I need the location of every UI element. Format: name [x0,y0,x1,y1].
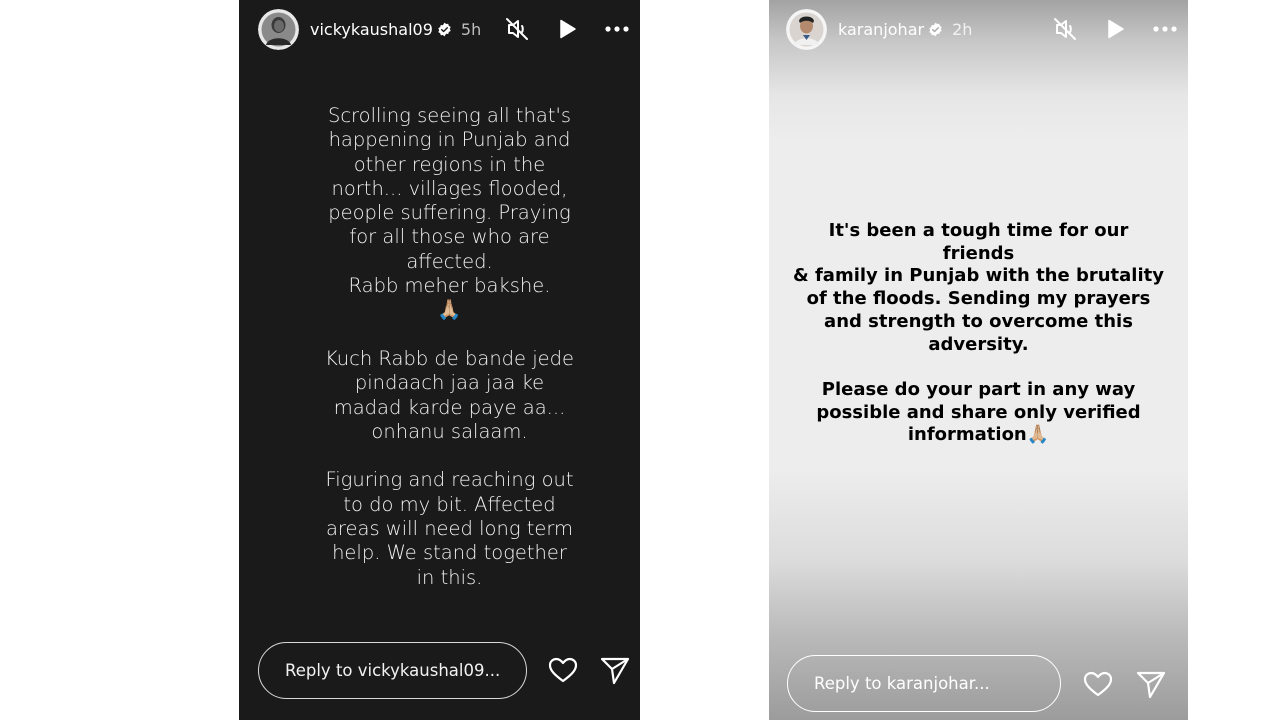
heart-icon[interactable] [1082,668,1114,700]
story-text: It's been a tough time for our friends &… [793,220,1164,446]
story-panel-karanjohar: karanjohar 2h It's been a tough time for… [769,0,1188,720]
verified-badge-icon [437,22,452,37]
avatar[interactable] [786,8,827,50]
story-header: karanjohar 2h [786,7,1178,51]
heart-icon[interactable] [547,654,579,686]
more-icon[interactable] [604,16,630,42]
muted-speaker-icon[interactable] [504,16,530,42]
send-icon[interactable] [599,654,631,686]
muted-speaker-icon[interactable] [1052,16,1078,42]
username[interactable]: karanjohar [838,20,924,39]
story-header: vickykaushal09 5h [258,7,630,51]
play-icon[interactable] [554,16,580,42]
verified-badge-icon [928,22,943,37]
story-panel-vickykaushal09: vickykaushal09 5h Scrolling seeing all t… [239,0,640,720]
post-time: 5h [460,19,482,39]
story-text: Scrolling seeing all that's happening in… [324,104,575,589]
more-icon[interactable] [1152,16,1178,42]
post-time: 2h [952,19,973,39]
username[interactable]: vickykaushal09 [310,20,433,39]
send-icon[interactable] [1135,668,1167,700]
play-icon[interactable] [1102,16,1128,42]
avatar[interactable] [258,8,299,50]
reply-input[interactable]: Reply to vickykaushal09... [258,642,527,699]
reply-input[interactable]: Reply to karanjohar... [787,655,1061,712]
